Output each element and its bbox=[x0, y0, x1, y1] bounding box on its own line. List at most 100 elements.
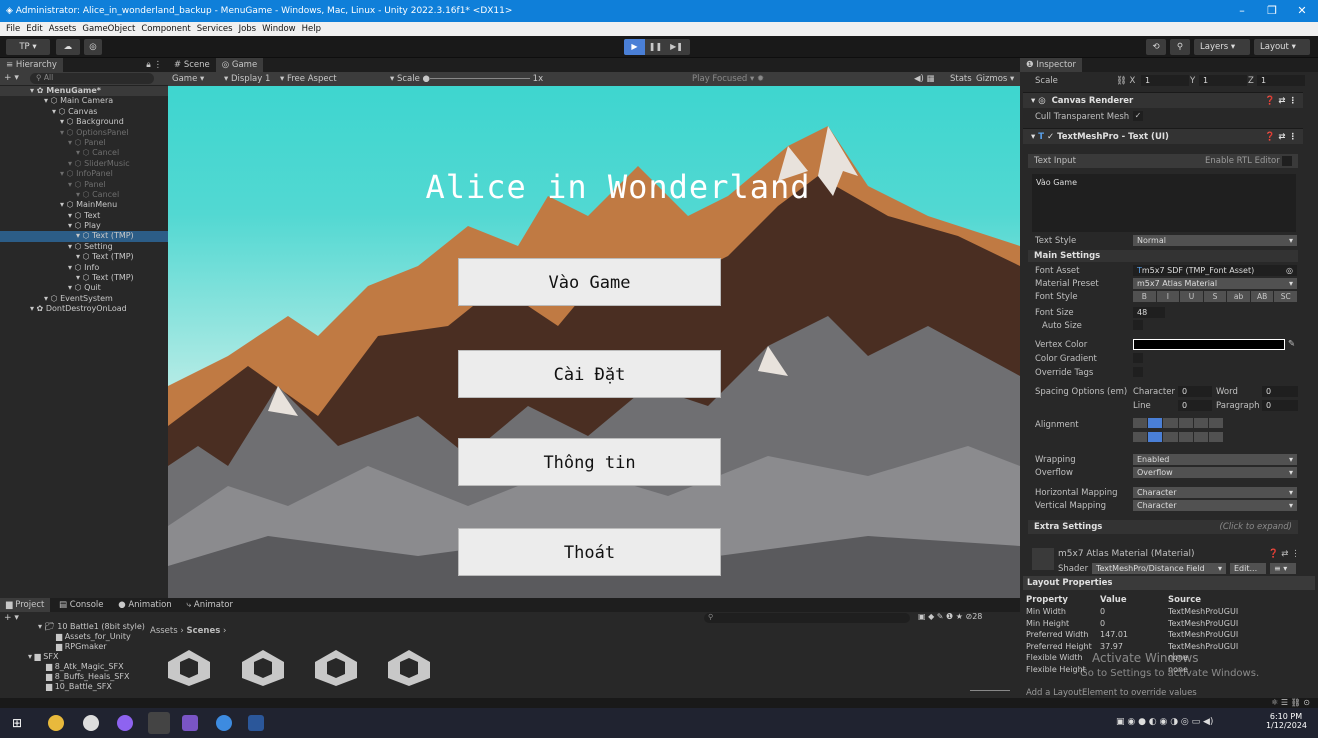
aspect-dropdown[interactable]: ▾ Free Aspect bbox=[280, 72, 337, 86]
vertex-color-swatch[interactable] bbox=[1133, 339, 1285, 350]
font-size-field[interactable]: 48 bbox=[1133, 307, 1165, 318]
hierarchy-item[interactable]: ▾ ⬡ Play bbox=[0, 221, 168, 231]
hierarchy-item[interactable]: ▾ ⬡ Info bbox=[0, 263, 168, 273]
hierarchy-search-input[interactable]: ⚲ All bbox=[30, 73, 154, 84]
scale-x-field[interactable]: 1 bbox=[1141, 75, 1189, 86]
extra-settings-header[interactable]: Extra Settings (Click to expand) bbox=[1028, 520, 1298, 534]
tmp-header[interactable]: ▾ T ✓ TextMeshPro - Text (UI) ❓ ⇄ ⋮ bbox=[1023, 128, 1303, 144]
scene-asset-icon[interactable] bbox=[386, 648, 432, 688]
text-style-dropdown[interactable]: Normal ▾ bbox=[1133, 235, 1297, 246]
align-baseline-icon[interactable] bbox=[1178, 432, 1193, 442]
vmap-dropdown[interactable]: Character ▾ bbox=[1133, 500, 1297, 511]
hierarchy-item[interactable]: ▾ ⬡ Text (TMP) bbox=[0, 273, 168, 283]
scale-z-field[interactable]: 1 bbox=[1257, 75, 1305, 86]
align-middle-icon[interactable] bbox=[1148, 432, 1163, 442]
bold-button[interactable]: B bbox=[1133, 291, 1156, 302]
tab-project[interactable]: ▆ Project bbox=[0, 598, 51, 612]
windows-start-icon[interactable]: ⊞ bbox=[12, 715, 28, 731]
align-bottom-icon[interactable] bbox=[1163, 432, 1178, 442]
align-justify-icon[interactable] bbox=[1178, 418, 1193, 428]
play-focused-dropdown[interactable]: Play Focused ▾ ✹ bbox=[692, 72, 764, 86]
tray-icons[interactable]: ▣ ◉ ● ◐ ◉ ◑ ◎ ▭ ◀) bbox=[1116, 717, 1213, 727]
unity-hub-icon[interactable] bbox=[83, 715, 99, 731]
github-desktop-icon[interactable] bbox=[117, 715, 133, 731]
info-button[interactable]: Thông tin bbox=[458, 438, 721, 486]
account-button[interactable]: TP ▾ bbox=[6, 39, 50, 55]
quit-button[interactable]: Thoát bbox=[458, 528, 721, 576]
folder-rpgmaker[interactable]: ▆ RPGmaker bbox=[38, 642, 145, 652]
scene-asset-icon[interactable] bbox=[240, 648, 286, 688]
project-add-button[interactable]: + ▾ bbox=[4, 613, 19, 623]
folder-atk-magic[interactable]: ▆ 8_Atk_Magic_SFX bbox=[38, 662, 145, 672]
menu-help[interactable]: Help bbox=[302, 24, 321, 34]
scale-slider[interactable]: ▾ Scale ● 1x bbox=[390, 72, 543, 86]
tab-hierarchy[interactable]: ≡ Hierarchy bbox=[0, 58, 63, 72]
canvas-renderer-header[interactable]: ▾ ◎ Canvas Renderer ❓ ⇄ ⋮ bbox=[1023, 92, 1303, 108]
menu-component[interactable]: Component bbox=[141, 24, 190, 34]
menu-file[interactable]: File bbox=[6, 24, 20, 34]
align-geometry-icon[interactable] bbox=[1208, 418, 1224, 428]
play-button[interactable]: ▶ bbox=[624, 39, 645, 55]
align-flush-icon[interactable] bbox=[1193, 418, 1208, 428]
align-left-icon[interactable] bbox=[1133, 418, 1148, 428]
layout-dropdown[interactable]: Layout ▾ bbox=[1254, 39, 1310, 55]
auto-size-checkbox[interactable] bbox=[1133, 320, 1143, 330]
hierarchy-item[interactable]: ▾ ⬡ Text bbox=[0, 211, 168, 221]
icon-size-slider[interactable] bbox=[970, 690, 1010, 691]
scene-asset-icon[interactable] bbox=[313, 648, 359, 688]
menu-gameobject[interactable]: GameObject bbox=[82, 24, 135, 34]
menu-assets[interactable]: Assets bbox=[49, 24, 77, 34]
align-top-icon[interactable] bbox=[1133, 432, 1148, 442]
wrapping-dropdown[interactable]: Enabled ▾ bbox=[1133, 454, 1297, 465]
folder-assets-unity[interactable]: ▆ Assets_for_Unity bbox=[38, 632, 145, 642]
close-button[interactable]: ✕ bbox=[1287, 0, 1317, 22]
breadcrumb-scenes[interactable]: Scenes bbox=[186, 626, 220, 636]
text-input-area[interactable]: Vào Game bbox=[1032, 174, 1296, 232]
lowercase-button[interactable]: ab bbox=[1227, 291, 1250, 302]
hmap-dropdown[interactable]: Character ▾ bbox=[1133, 487, 1297, 498]
hierarchy-item[interactable]: ▾ ⬡ Setting bbox=[0, 242, 168, 252]
tab-console[interactable]: ▤ Console bbox=[53, 598, 109, 612]
project-filter-icons[interactable]: ▣ ◆ ✎ ❶ ★ ⊘28 bbox=[918, 612, 982, 621]
step-button[interactable]: ▶❚ bbox=[666, 39, 687, 55]
clock[interactable]: 6:10 PM 1/12/2024 bbox=[1266, 712, 1307, 730]
hierarchy-item[interactable]: ▾ ✿ DontDestroyOnLoad bbox=[0, 304, 168, 314]
line-spacing-field[interactable]: 0 bbox=[1178, 400, 1212, 411]
unity-editor-icon[interactable] bbox=[148, 712, 170, 734]
component-menu-icon[interactable]: ❓ ⇄ ⋮ bbox=[1265, 93, 1297, 109]
eyedropper-icon[interactable]: ✎ bbox=[1288, 339, 1295, 349]
stats-button[interactable]: Stats bbox=[950, 72, 972, 86]
tab-animation[interactable]: ● Animation bbox=[112, 598, 177, 612]
override-tags-checkbox[interactable] bbox=[1133, 367, 1143, 377]
hierarchy-item[interactable]: ▾ ⬡ Text (TMP) bbox=[0, 252, 168, 262]
project-search-input[interactable]: ⚲ bbox=[704, 613, 910, 623]
color-gradient-checkbox[interactable] bbox=[1133, 353, 1143, 363]
game-viewport[interactable]: Alice in Wonderland Vào Game Cài Đặt Thô… bbox=[168, 86, 1020, 598]
character-spacing-field[interactable]: 0 bbox=[1178, 386, 1212, 397]
folder-battle1[interactable]: ▾ 📁︎ 10 Battle1 (8bit style) bbox=[38, 622, 145, 632]
menu-jobs[interactable]: Jobs bbox=[239, 24, 257, 34]
hierarchy-item[interactable]: ▾ ⬡ InfoPanel bbox=[0, 169, 168, 179]
main-settings-header[interactable]: Main Settings bbox=[1028, 250, 1298, 262]
hierarchy-item[interactable]: ▾ ⬡ Cancel bbox=[0, 148, 168, 158]
align-midline-icon[interactable] bbox=[1193, 432, 1208, 442]
lock-icon[interactable]: 🔒︎ ⋮ bbox=[146, 58, 162, 72]
shader-edit-button[interactable]: Edit... bbox=[1230, 563, 1266, 574]
display-dropdown[interactable]: ▾ Display 1 bbox=[224, 72, 270, 86]
link-icon[interactable]: ⛓ X bbox=[1116, 76, 1135, 86]
mute-icon[interactable]: ◀) ▦ bbox=[914, 72, 935, 86]
folder-buffs-heals[interactable]: ▆ 8_Buffs_Heals_SFX bbox=[38, 672, 145, 682]
collab-icon[interactable]: ◎ bbox=[84, 39, 102, 55]
scene-asset-icon[interactable] bbox=[166, 648, 212, 688]
overflow-dropdown[interactable]: Overflow ▾ bbox=[1133, 467, 1297, 478]
minimize-button[interactable]: – bbox=[1227, 0, 1257, 22]
hierarchy-item[interactable]: ▾ ⬡ Quit bbox=[0, 283, 168, 293]
align-right-icon[interactable] bbox=[1163, 418, 1178, 428]
chrome-icon[interactable] bbox=[48, 715, 64, 731]
layers-dropdown[interactable]: Layers ▾ bbox=[1194, 39, 1250, 55]
menu-edit[interactable]: Edit bbox=[26, 24, 42, 34]
hierarchy-item[interactable]: ▾ ✿ MenuGame* bbox=[0, 86, 168, 97]
add-object-button[interactable]: + ▾ bbox=[4, 73, 19, 83]
rtl-checkbox[interactable] bbox=[1282, 156, 1292, 166]
tab-game[interactable]: ◎ Game bbox=[215, 58, 264, 72]
